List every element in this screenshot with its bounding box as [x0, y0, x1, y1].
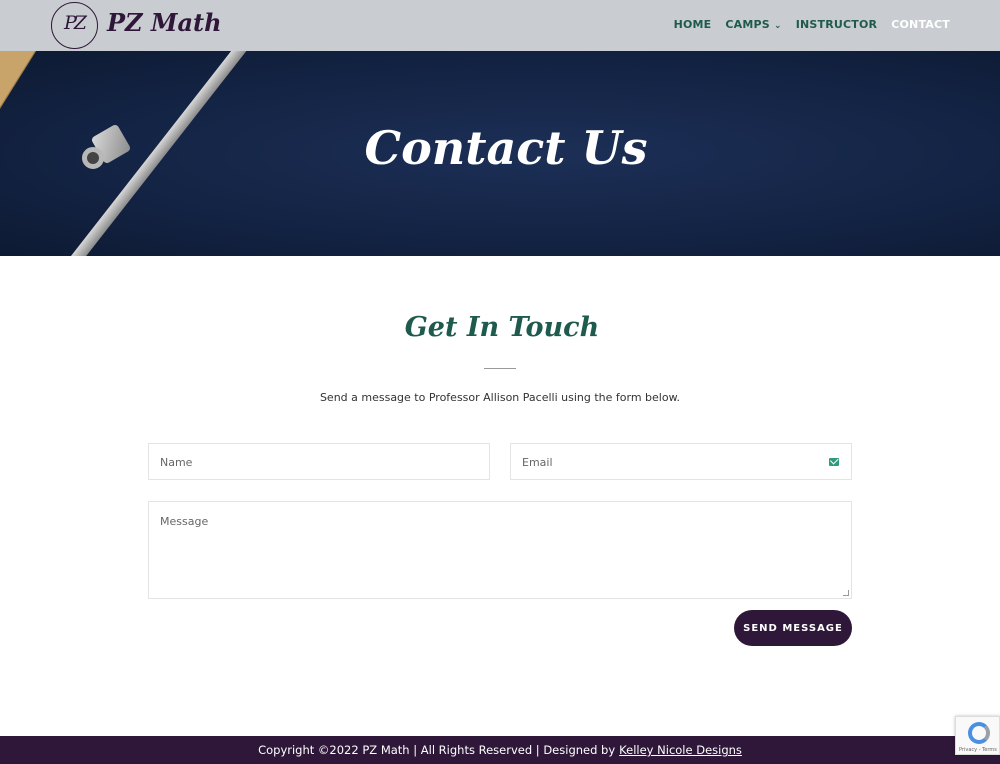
intro-text: Send a message to Professor Allison Pace… — [319, 391, 681, 404]
logo-monogram: PZ — [64, 12, 87, 34]
message-placeholder: Message — [160, 515, 209, 528]
footer-copyright: Copyright ©2022 PZ Math | All Rights Res… — [258, 743, 616, 757]
chevron-down-icon[interactable]: ⌄ — [774, 21, 782, 31]
recaptcha-text[interactable]: Privacy - Terms — [959, 747, 997, 753]
nav-camps[interactable]: CAMPS ⌄ — [725, 18, 781, 31]
brand-name[interactable]: PZ Math — [107, 8, 222, 37]
section-title: Get In Touch — [404, 312, 600, 343]
main-nav: HOME CAMPS ⌄ INSTRUCTOR CONTACT — [674, 18, 950, 31]
message-field[interactable]: Message — [148, 501, 852, 599]
site-header: PZ PZ Math HOME CAMPS ⌄ INSTRUCTOR CONTAC… — [0, 0, 1000, 51]
name-placeholder: Name — [160, 456, 193, 469]
page-title: Contact Us — [364, 121, 648, 175]
ruler-image — [0, 51, 109, 122]
resize-handle-icon[interactable] — [843, 590, 849, 596]
site-footer: Copyright ©2022 PZ Math | All Rights Res… — [0, 736, 1000, 764]
nav-instructor[interactable]: INSTRUCTOR — [796, 18, 878, 31]
send-message-button[interactable]: SEND MESSAGE — [734, 610, 852, 646]
logo-icon[interactable]: PZ — [51, 2, 98, 49]
recaptcha-badge[interactable]: Privacy - Terms — [955, 716, 1000, 755]
nav-contact[interactable]: CONTACT — [891, 18, 950, 31]
email-placeholder: Email — [522, 456, 553, 469]
nav-camps-label[interactable]: CAMPS — [725, 18, 770, 31]
title-divider — [484, 368, 516, 369]
recaptcha-icon — [968, 722, 990, 744]
hero-banner: Contact Us — [0, 51, 1000, 256]
autofill-mail-icon[interactable] — [829, 458, 839, 466]
name-field[interactable]: Name — [148, 443, 490, 480]
designer-link[interactable]: Kelley Nicole Designs — [619, 743, 742, 757]
nav-home[interactable]: HOME — [674, 18, 712, 31]
email-field[interactable]: Email — [510, 443, 852, 480]
